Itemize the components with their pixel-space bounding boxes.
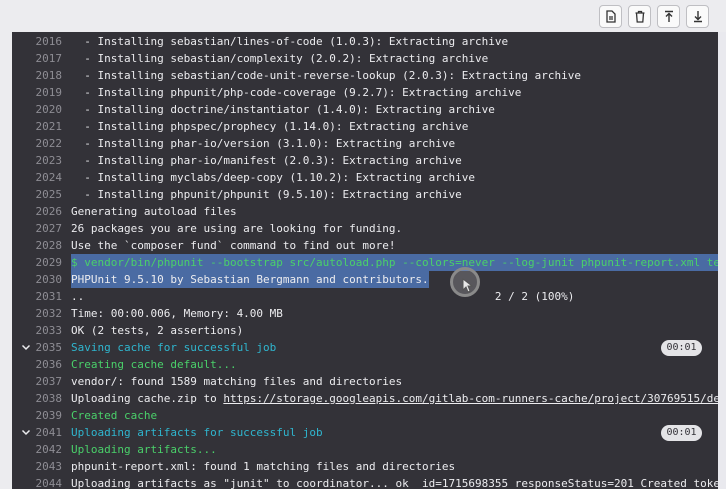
log-text: - Installing phpunit/phpunit (9.5.10): E… xyxy=(71,188,462,201)
log-line: 2016 - Installing sebastian/lines-of-cod… xyxy=(12,33,718,50)
log-section-header[interactable]: 2041 Uploading artifacts for successful … xyxy=(12,424,718,441)
log-line: 2026 Generating autoload files xyxy=(12,203,718,220)
line-number[interactable]: 2029 xyxy=(12,254,63,271)
log-text: Uploading artifacts as "junit" to coordi… xyxy=(71,477,718,489)
log-text: - Installing doctrine/instantiator (1.4.… xyxy=(71,103,495,116)
line-number[interactable]: 2039 xyxy=(12,407,63,424)
log-line: 2039 Created cache xyxy=(12,407,718,424)
log-line: 2028 Use the `composer fund` command to … xyxy=(12,237,718,254)
erase-log-button[interactable] xyxy=(628,5,651,28)
log-text: Generating autoload files xyxy=(71,205,237,218)
line-number[interactable]: 2035 xyxy=(12,339,63,356)
log-line: 2021 - Installing phpspec/prophecy (1.14… xyxy=(12,118,718,135)
line-number[interactable]: 2022 xyxy=(12,135,63,152)
log-text: Time: 00:00.006, Memory: 4.00 MB xyxy=(71,307,283,320)
line-number[interactable]: 2023 xyxy=(12,152,63,169)
log-line: 2036 Creating cache default... xyxy=(12,356,718,373)
log-text: vendor/: found 1589 matching files and d… xyxy=(71,375,403,388)
log-line: 2019 - Installing phpunit/php-code-cover… xyxy=(12,84,718,101)
log-line: 2030 PHPUnit 9.5.10 by Sebastian Bergman… xyxy=(12,271,718,288)
log-text: Uploading artifacts... xyxy=(71,443,217,456)
log-line: 2033 OK (2 tests, 2 assertions) xyxy=(12,322,718,339)
log-line: 2043 phpunit-report.xml: found 1 matchin… xyxy=(12,458,718,475)
log-text: .. 2 / 2 (100%) xyxy=(71,290,575,303)
log-line: 2042 Uploading artifacts... xyxy=(12,441,718,458)
log-line: 2031 .. 2 / 2 (100%) xyxy=(12,288,718,305)
line-number[interactable]: 2027 xyxy=(12,220,63,237)
log-text: - Installing sebastian/complexity (2.0.2… xyxy=(71,52,489,65)
log-text: Use the `composer fund` command to find … xyxy=(71,239,396,252)
log-line: 2020 - Installing doctrine/instantiator … xyxy=(12,101,718,118)
log-line: 2022 - Installing phar-io/version (3.1.0… xyxy=(12,135,718,152)
line-number[interactable]: 2041 xyxy=(12,424,63,441)
log-text: - Installing myclabs/deep-copy (1.10.2):… xyxy=(71,171,475,184)
log-line: 2024 - Installing myclabs/deep-copy (1.1… xyxy=(12,169,718,186)
line-number[interactable]: 2018 xyxy=(12,67,63,84)
scroll-bottom-button[interactable] xyxy=(686,5,709,28)
job-log-output[interactable]: 2016 - Installing sebastian/lines-of-cod… xyxy=(12,32,718,489)
line-number[interactable]: 2017 xyxy=(12,50,63,67)
page-margin xyxy=(718,32,726,489)
log-text: OK (2 tests, 2 assertions) xyxy=(71,324,244,337)
scroll-top-button[interactable] xyxy=(657,5,680,28)
section-duration-badge: 00:01 xyxy=(661,340,702,356)
log-text: - Installing phar-io/manifest (2.0.3): E… xyxy=(71,154,462,167)
line-number[interactable]: 2025 xyxy=(12,186,63,203)
log-line: 2025 - Installing phpunit/phpunit (9.5.1… xyxy=(12,186,718,203)
log-text-selected: PHPUnit 9.5.10 by Sebastian Bergmann and… xyxy=(71,271,429,288)
log-line: 2029 $ vendor/bin/phpunit --bootstrap sr… xyxy=(12,254,718,271)
line-number[interactable]: 2030 xyxy=(12,271,63,288)
line-number[interactable]: 2020 xyxy=(12,101,63,118)
line-number[interactable]: 2042 xyxy=(12,441,63,458)
show-raw-button[interactable] xyxy=(599,5,622,28)
log-line: 2044 Uploading artifacts as "junit" to c… xyxy=(12,475,719,489)
log-line: 2018 - Installing sebastian/code-unit-re… xyxy=(12,67,718,84)
log-line: 2032 Time: 00:00.006, Memory: 4.00 MB xyxy=(12,305,718,322)
line-number[interactable]: 2043 xyxy=(12,458,63,475)
job-log-toolbar xyxy=(0,0,726,32)
log-text: - Installing phpspec/prophecy (1.14.0): … xyxy=(71,120,469,133)
log-line: 2023 - Installing phar-io/manifest (2.0.… xyxy=(12,152,718,169)
document-icon xyxy=(605,10,617,23)
line-number[interactable]: 2021 xyxy=(12,118,63,135)
log-line: 2027 26 packages you are using are looki… xyxy=(12,220,718,237)
section-title: Uploading artifacts for successful job xyxy=(71,426,323,439)
log-text: - Installing sebastian/lines-of-code (1.… xyxy=(71,35,509,48)
line-number[interactable]: 2024 xyxy=(12,169,63,186)
log-line: 2017 - Installing sebastian/complexity (… xyxy=(12,50,718,67)
line-number[interactable]: 2044 xyxy=(12,475,63,489)
log-text: Uploading cache.zip to https://storage.g… xyxy=(71,390,718,407)
line-number[interactable]: 2033 xyxy=(12,322,63,339)
trash-icon xyxy=(634,10,646,23)
log-text: Creating cache default... xyxy=(71,358,237,371)
log-text: phpunit-report.xml: found 1 matching fil… xyxy=(71,460,456,473)
line-number[interactable]: 2026 xyxy=(12,203,63,220)
line-number[interactable]: 2038 xyxy=(12,390,63,407)
page-margin xyxy=(0,32,12,489)
log-text: - Installing phar-io/version (3.1.0): Ex… xyxy=(71,137,456,150)
scroll-down-icon xyxy=(692,10,704,23)
log-text: Created cache xyxy=(71,409,158,422)
mouse-pointer-icon xyxy=(462,277,474,297)
log-text-prefix: Uploading cache.zip to xyxy=(71,392,224,405)
line-number[interactable]: 2036 xyxy=(12,356,63,373)
log-section-header[interactable]: 2035 Saving cache for successful job 00:… xyxy=(12,339,718,356)
section-title: Saving cache for successful job xyxy=(71,341,277,354)
log-command-selected: $ vendor/bin/phpunit --bootstrap src/aut… xyxy=(71,254,718,271)
line-number[interactable]: 2031 xyxy=(12,288,63,305)
log-text: - Installing sebastian/code-unit-reverse… xyxy=(71,69,581,82)
log-text: - Installing phpunit/php-code-coverage (… xyxy=(71,86,522,99)
cache-url-link[interactable]: https://storage.googleapis.com/gitlab-co… xyxy=(223,392,718,405)
log-line: 2038 Uploading cache.zip to https://stor… xyxy=(12,390,719,407)
line-number[interactable]: 2019 xyxy=(12,84,63,101)
line-number[interactable]: 2028 xyxy=(12,237,63,254)
line-number[interactable]: 2032 xyxy=(12,305,63,322)
scroll-up-icon xyxy=(663,10,675,23)
section-duration-badge: 00:01 xyxy=(661,425,702,441)
line-number[interactable]: 2037 xyxy=(12,373,63,390)
log-text: 26 packages you are using are looking fo… xyxy=(71,222,403,235)
line-number[interactable]: 2016 xyxy=(12,33,63,50)
log-line: 2037 vendor/: found 1589 matching files … xyxy=(12,373,718,390)
